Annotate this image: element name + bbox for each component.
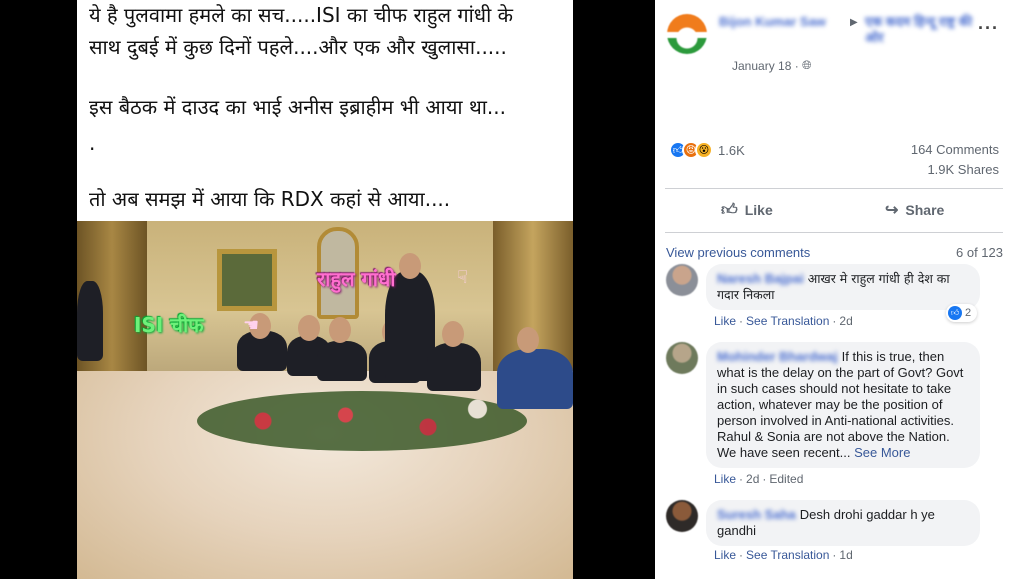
see-translation-link[interactable]: See Translation <box>746 314 829 328</box>
comment-meta: Like · 2d · Edited <box>714 472 804 486</box>
person <box>427 343 481 391</box>
reaction-count: 1.6K <box>718 142 745 158</box>
wall-painting <box>217 249 277 311</box>
commenter-name[interactable]: Suresh Saha <box>717 507 796 523</box>
comment-meta: Like · See Translation · 2d <box>714 314 853 328</box>
comment-meta: Like · See Translation · 1d <box>714 548 853 562</box>
view-previous-comments[interactable]: View previous comments <box>666 245 810 260</box>
author-name[interactable]: Bijon Kumar Saw <box>719 14 826 29</box>
arrow-icon: ▶ <box>850 17 858 28</box>
comment-reactions[interactable]: 👍︎ 2 <box>946 304 978 322</box>
flower-arrangement <box>197 391 527 451</box>
divider <box>665 188 1003 189</box>
comment-time[interactable]: 2d <box>839 314 852 328</box>
image-text-line-3: इस बैठक में दाउद का भाई अनीस इब्राहीम भी… <box>89 95 507 119</box>
commenter-name[interactable]: Naresh Bajpai <box>717 271 804 287</box>
pointing-hand-icon: ☚ <box>243 315 260 335</box>
image-text-line-1: ये है पुलवामा हमले का सच.....ISI का चीफ … <box>89 3 513 27</box>
person-head <box>399 253 421 279</box>
post-details-panel: Bijon Kumar Saw ▶ एक कदम हिन्दू राष्ट्र … <box>655 0 1013 579</box>
comment-bubble: Mohinder Bhardwaj If this is true, then w… <box>706 342 980 468</box>
author-avatar[interactable] <box>667 14 707 54</box>
commenter-avatar[interactable] <box>666 500 698 532</box>
more-icon[interactable]: ··· <box>978 18 999 39</box>
pointing-hand-icon: ☟ <box>457 267 468 287</box>
media-viewer: ये है पुलवामा हमले का सच.....ISI का चीफ … <box>0 0 655 579</box>
comment: Naresh Bajpai आखर मे राहुल गांधी ही देश क… <box>666 264 1003 334</box>
image-text-line-2: साथ दुबई में कुछ दिनों पहले....और एक और … <box>89 35 507 59</box>
commenter-avatar[interactable] <box>666 342 698 374</box>
post-header: Bijon Kumar Saw ▶ एक कदम हिन्दू राष्ट्र … <box>667 12 1003 73</box>
share-button[interactable]: ↪ Share <box>885 194 944 226</box>
shares-count[interactable]: 1.9K Shares <box>927 162 999 177</box>
comment-like-link[interactable]: Like <box>714 314 736 328</box>
comments-count[interactable]: 164 Comments <box>911 142 999 157</box>
like-reaction-icon: 👍︎ <box>948 306 962 320</box>
comment-time[interactable]: 2d <box>746 472 759 486</box>
person-head <box>329 317 351 343</box>
wow-reaction-icon: 😮︎ <box>695 141 713 159</box>
person-head <box>517 327 539 353</box>
comment-bubble: Naresh Bajpai आखर मे राहुल गांधी ही देश क… <box>706 264 980 310</box>
share-icon: ↪ <box>885 202 899 219</box>
share-button-label: Share <box>905 202 945 218</box>
comment: Suresh Saha Desh drohi gaddar h ye gandhi… <box>666 500 1003 570</box>
comment-pager: 6 of 123 <box>956 245 1003 260</box>
person <box>77 281 103 361</box>
image-text-line-4: . <box>89 131 96 155</box>
label-isi-chief: ISI चीफ <box>134 313 204 337</box>
person-head <box>442 321 464 347</box>
see-translation-link[interactable]: See Translation <box>746 548 829 562</box>
divider <box>665 232 1003 233</box>
commenter-avatar[interactable] <box>666 264 698 296</box>
comment-time[interactable]: 1d <box>839 548 852 562</box>
reactions-summary[interactable]: 👍︎ 😡︎ 😮︎ 1.6K <box>669 140 745 160</box>
image-text-line-5: तो अब समझ में आया कि RDX कहां से आया.... <box>89 187 451 211</box>
edited-label[interactable]: Edited <box>769 472 803 486</box>
like-button[interactable]: 👍︎ Like <box>721 194 773 226</box>
like-button-label: Like <box>744 202 773 218</box>
see-more-link[interactable]: See More <box>854 445 910 460</box>
comment-bubble: Suresh Saha Desh drohi gaddar h ye gandhi <box>706 500 980 546</box>
comment-like-link[interactable]: Like <box>714 548 736 562</box>
group-name[interactable]: एक कदम हिन्दू राष्ट्र की ओर <box>865 14 985 46</box>
label-rahul-gandhi: राहुल गांधी <box>317 267 396 291</box>
person <box>317 341 367 381</box>
comment: Mohinder Bhardwaj If this is true, then w… <box>666 342 1003 492</box>
post-image[interactable]: ये है पुलवामा हमले का सच.....ISI का चीफ … <box>77 0 573 579</box>
like-icon: 👍︎ <box>721 201 738 219</box>
globe-icon: 🌐︎ <box>802 58 812 72</box>
post-date[interactable]: January 18 · <box>732 59 799 73</box>
comment-reaction-count: 2 <box>965 307 972 319</box>
person-head <box>298 315 320 341</box>
person <box>497 349 573 409</box>
comment-text: If this is true, then what is the delay … <box>717 349 964 460</box>
meeting-photo: ISI चीफ ☚ राहुल गांधी ☟ <box>77 221 573 579</box>
commenter-name[interactable]: Mohinder Bhardwaj <box>717 349 838 365</box>
comment-like-link[interactable]: Like <box>714 472 736 486</box>
